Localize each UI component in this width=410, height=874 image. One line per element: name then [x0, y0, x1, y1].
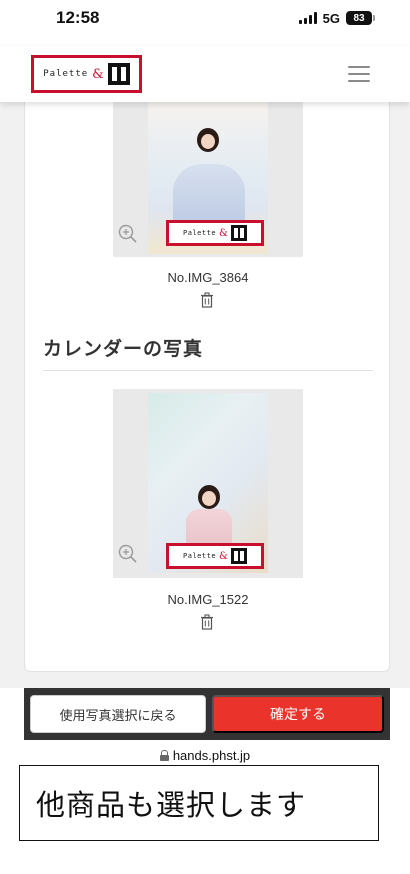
- hamburger-menu-icon[interactable]: [348, 66, 370, 82]
- signal-icon: [298, 12, 317, 24]
- status-time: 12:58: [56, 8, 100, 27]
- image-number: No.IMG_1522: [167, 592, 249, 607]
- zoom-in-icon[interactable]: [118, 224, 138, 244]
- section-title: カレンダーの写真: [43, 339, 204, 360]
- zoom-in-icon[interactable]: [118, 544, 138, 564]
- battery-icon: 83: [346, 11, 375, 25]
- bottom-action-bar: 使用写真選択に戻る 確定する: [24, 688, 390, 740]
- photo-watermark-logo: Palette &: [166, 220, 264, 246]
- status-indicators: 5G 83: [298, 10, 375, 26]
- network-type: 5G: [322, 10, 340, 26]
- image-number: No.IMG_3864: [167, 270, 249, 285]
- confirm-button[interactable]: 確定する: [212, 695, 384, 733]
- delete-trash-icon[interactable]: [199, 614, 215, 630]
- site-logo[interactable]: Palette &: [31, 55, 142, 93]
- annotation-box: 他商品も選択します: [19, 765, 379, 841]
- photo-image[interactable]: Palette &: [148, 102, 268, 254]
- annotation-text: 他商品も選択します: [36, 788, 307, 822]
- status-bar: 12:58 5G 83: [0, 0, 410, 36]
- photo-thumbnail-frame: Palette &: [113, 389, 303, 578]
- photo-watermark-logo: Palette &: [166, 543, 264, 569]
- logo-word: Palette: [43, 69, 89, 79]
- url-domain: hands.phst.jp: [172, 747, 251, 763]
- photo-thumbnail-frame: Palette &: [113, 102, 303, 257]
- section-divider: [43, 370, 373, 371]
- logo-mark-icon: [107, 63, 130, 85]
- site-header: Palette &: [0, 46, 410, 102]
- photo-selection-card: Palette & No.IMG_3864 カレンダーの写真 Palette &…: [24, 102, 390, 672]
- browser-url-bar[interactable]: hands.phst.jp: [0, 746, 410, 764]
- photo-image[interactable]: Palette &: [148, 393, 268, 573]
- delete-trash-icon[interactable]: [199, 292, 215, 308]
- back-to-photo-selection-button[interactable]: 使用写真選択に戻る: [30, 695, 206, 733]
- lock-icon: [159, 749, 169, 761]
- logo-ampersand: &: [92, 66, 104, 82]
